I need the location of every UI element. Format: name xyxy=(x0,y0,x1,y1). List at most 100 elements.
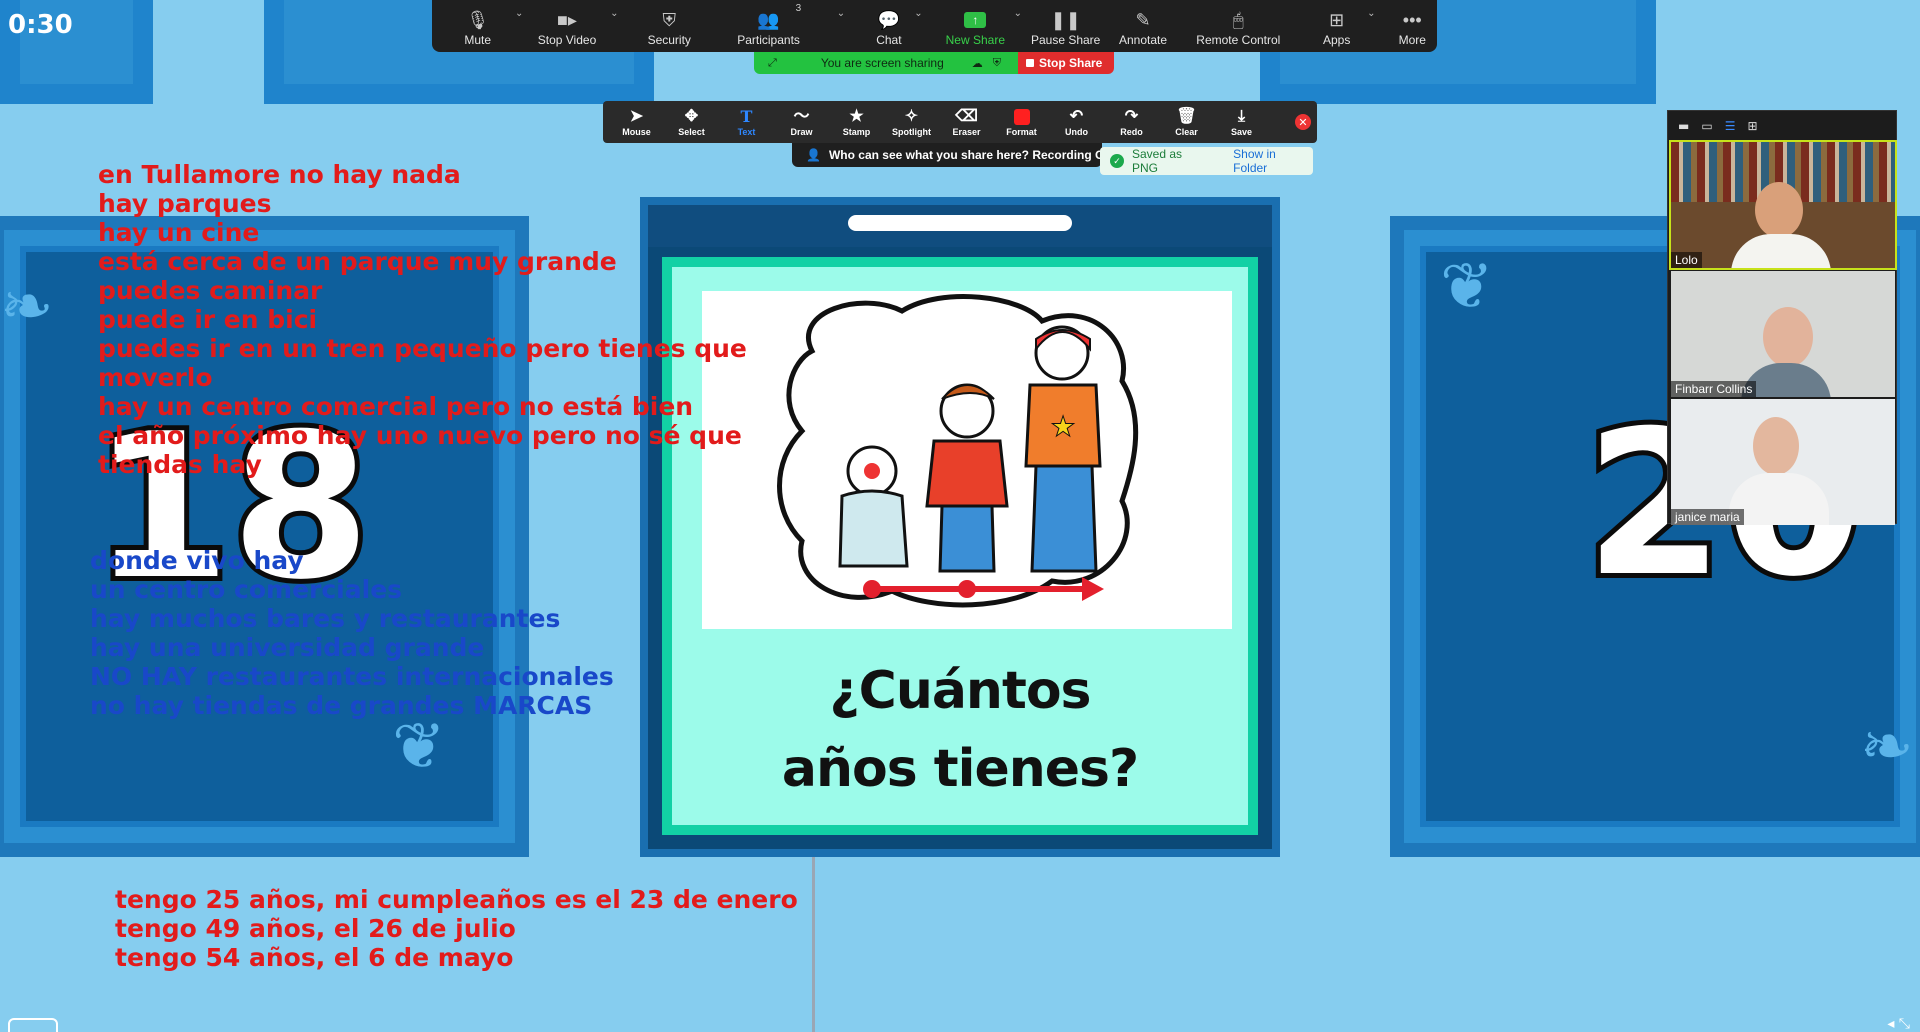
video-panel: ▬ ▭ ☰ ⊞ Lolo Finbarr Collins janice mari… xyxy=(1667,110,1897,525)
stop-video-label: Stop Video xyxy=(537,33,597,47)
sharing-status-label: You are screen sharing xyxy=(820,56,944,70)
annotation-text-red[interactable]: en Tullamore no hay nada hay parques hay… xyxy=(98,160,747,479)
microphone-icon: 🎙 xyxy=(466,10,490,30)
mouse-tool-label: Mouse xyxy=(622,127,651,137)
saved-toast: ✓ Saved as PNG Show in Folder xyxy=(1100,147,1313,175)
strip-view-icon[interactable]: ▭ xyxy=(1701,119,1712,133)
text-tool[interactable]: T Text xyxy=(719,101,774,143)
undo-icon: ↶ xyxy=(1069,108,1084,125)
drag-handle-icon[interactable]: ⤢ xyxy=(768,57,777,70)
show-in-folder-link[interactable]: Show in Folder xyxy=(1233,147,1313,175)
annotation-toolbar: ➤ Mouse ✥ Select T Text 〜 Draw ★ Stamp ✧ Spotl… xyxy=(603,101,1317,143)
share-arrow-icon: ↑ xyxy=(964,12,987,28)
mouse-tool[interactable]: ➤ Mouse xyxy=(609,101,664,143)
chat-label: Chat xyxy=(876,33,902,47)
stop-share-button[interactable]: Stop Share xyxy=(1018,52,1114,74)
apps-button[interactable]: ⊞ Apps ⌄ xyxy=(1312,0,1375,52)
video-panel-controls: ▬ ▭ ☰ ⊞ xyxy=(1668,111,1896,141)
spotlight-tool[interactable]: ✧ Spotlight xyxy=(884,101,939,143)
annotation-text-blue[interactable]: donde vivo hay un centro comerciales hay… xyxy=(90,546,614,720)
draw-tool[interactable]: 〜 Draw xyxy=(774,101,829,143)
participant-video-finbarr[interactable]: Finbarr Collins xyxy=(1671,271,1895,397)
trash-icon: 🗑 xyxy=(1176,108,1197,125)
pen-icon: ✎ xyxy=(1135,10,1151,30)
meeting-toolbar: 🎙 Mute ⌄ ■▸ Stop Video ⌄ ⛨ Security 👥 3 … xyxy=(432,0,1437,52)
card-body: ★ ¿Cuántos años tienes? xyxy=(662,257,1258,835)
participant-name: janice maria xyxy=(1671,509,1744,525)
mouse-icon: 🖱 xyxy=(1232,10,1244,30)
shield-icon: ⛨ xyxy=(662,10,677,30)
more-dots-icon: ••• xyxy=(1402,10,1422,30)
timer: 0:30 xyxy=(8,10,73,40)
screen-sharing-status[interactable]: ⤢ You are screen sharing ☁ ⛨ xyxy=(754,52,1018,74)
swirl-decoration: ❧ xyxy=(0,270,54,344)
who-can-see-banner[interactable]: 👤 Who can see what you share here? Recor… xyxy=(792,143,1102,167)
person-icon: 👤 xyxy=(806,148,821,162)
stop-share-label: Stop Share xyxy=(1039,56,1103,70)
more-button[interactable]: ••• More xyxy=(1387,0,1437,52)
redo-tool-label: Redo xyxy=(1120,127,1143,137)
speaker-view-icon[interactable]: ☰ xyxy=(1725,119,1736,133)
participant-video-janice[interactable]: janice maria xyxy=(1671,399,1895,525)
participant-video-lolo[interactable]: Lolo xyxy=(1669,140,1897,270)
remote-control-button[interactable]: 🖱 Remote Control xyxy=(1191,0,1286,52)
undo-tool[interactable]: ↶ Undo xyxy=(1049,101,1104,143)
chevron-down-icon[interactable]: ⌄ xyxy=(610,8,618,19)
text-t-icon: T xyxy=(740,107,753,126)
save-tool[interactable]: ⤓ Save xyxy=(1214,101,1269,143)
swirl-decoration: ❦ xyxy=(392,710,446,784)
security-label: Security xyxy=(647,33,691,47)
spotlight-tool-label: Spotlight xyxy=(892,127,931,137)
squiggle-icon: 〜 xyxy=(793,108,810,125)
redo-tool[interactable]: ↷ Redo xyxy=(1104,101,1159,143)
age-illustration: ★ xyxy=(702,291,1232,629)
wand-icon: ✧ xyxy=(904,108,919,125)
gallery-view-icon[interactable]: ⊞ xyxy=(1747,119,1757,133)
move-arrows-icon: ✥ xyxy=(684,108,699,125)
text-tool-label: Text xyxy=(737,127,756,137)
new-share-label: New Share xyxy=(945,33,1005,47)
chevron-down-icon[interactable]: ⌄ xyxy=(837,8,845,19)
chevron-down-icon[interactable]: ⌄ xyxy=(1014,8,1022,19)
corner-button[interactable] xyxy=(8,1018,58,1032)
annotate-label: Annotate xyxy=(1119,33,1168,47)
format-tool-label: Format xyxy=(1006,127,1037,137)
stamp-tool[interactable]: ★ Stamp xyxy=(829,101,884,143)
color-swatch-icon xyxy=(1013,109,1030,125)
redo-icon: ↷ xyxy=(1124,108,1139,125)
chat-bubble-icon: 💬 xyxy=(877,10,901,30)
pause-icon: ❚❚ xyxy=(1050,10,1081,30)
eraser-icon: ⌫ xyxy=(955,108,978,125)
more-label: More xyxy=(1398,33,1426,47)
chat-button[interactable]: 💬 Chat ⌄ xyxy=(859,0,922,52)
who-can-see-label: Who can see what you share here? Recordi… xyxy=(828,148,1102,162)
eraser-tool[interactable]: ⌫ Eraser xyxy=(939,101,994,143)
chevron-down-icon[interactable]: ⌄ xyxy=(914,8,922,19)
chevron-down-icon[interactable]: ⌄ xyxy=(1367,8,1375,19)
save-tool-label: Save xyxy=(1230,127,1253,137)
question-line-2: años tienes? xyxy=(781,739,1139,799)
clear-tool[interactable]: 🗑 Clear xyxy=(1159,101,1214,143)
pause-share-button[interactable]: ❚❚ Pause Share xyxy=(1026,0,1105,52)
security-button[interactable]: ⛨ Security xyxy=(635,0,704,52)
participants-button[interactable]: 👥 3 Participants ⌄ xyxy=(724,0,845,52)
close-icon[interactable]: ✕ xyxy=(1295,114,1311,130)
pause-share-label: Pause Share xyxy=(1030,33,1101,47)
participants-label: Participants xyxy=(737,33,800,47)
toast-message: Saved as PNG xyxy=(1131,147,1183,175)
select-tool[interactable]: ✥ Select xyxy=(664,101,719,143)
new-share-button[interactable]: ↑ New Share ⌄ xyxy=(941,0,1022,52)
mute-button[interactable]: 🎙 Mute ⌄ xyxy=(446,0,523,52)
remote-control-label: Remote Control xyxy=(1196,33,1281,47)
shield-check-icon: ⛨ xyxy=(992,56,1002,69)
participant-name: Lolo xyxy=(1671,252,1702,268)
stamp-tool-label: Stamp xyxy=(842,127,871,137)
fullscreen-arrows-icon[interactable]: ◂ ⤡ xyxy=(1887,1016,1910,1032)
minimize-icon[interactable]: ▬ xyxy=(1678,119,1689,133)
format-tool[interactable]: Format xyxy=(994,101,1049,143)
stop-video-button[interactable]: ■▸ Stop Video ⌄ xyxy=(517,0,619,52)
annotation-text-bottom[interactable]: tengo 25 años, mi cumpleaños es el 23 de… xyxy=(115,885,798,972)
annotate-button[interactable]: ✎ Annotate xyxy=(1111,0,1174,52)
clear-tool-label: Clear xyxy=(1175,127,1198,137)
star-icon: ★ xyxy=(849,108,864,125)
